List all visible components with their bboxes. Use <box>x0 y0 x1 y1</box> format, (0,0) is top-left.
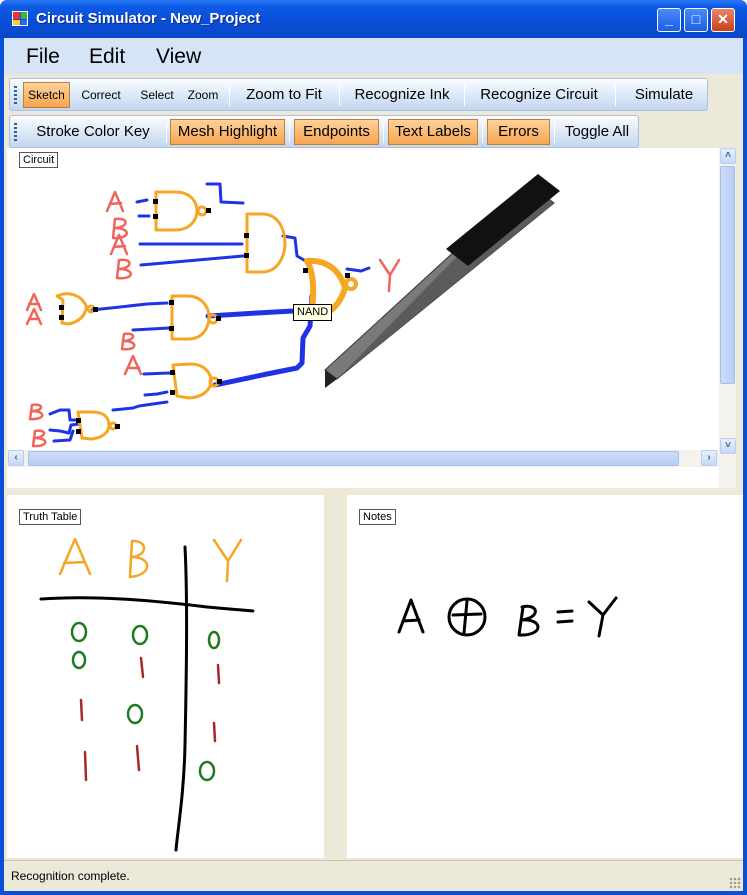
toolbar-separator <box>339 85 340 106</box>
toolbar-separator <box>166 122 167 143</box>
menu-view[interactable]: View <box>156 45 201 69</box>
display-toolbar: Stroke Color Key Mesh Highlight Endpoint… <box>9 115 639 148</box>
window-title: Circuit Simulator - New_Project <box>36 10 261 27</box>
ones-ink <box>79 656 221 782</box>
title-bar[interactable]: Circuit Simulator - New_Project _ □ ✕ <box>0 0 747 38</box>
client-area: File Edit View Sketch Correct Select Zoo… <box>4 38 743 891</box>
sketch-mode-button[interactable]: Sketch <box>23 82 70 108</box>
resize-grip-icon[interactable] <box>729 877 741 889</box>
maximize-button[interactable]: □ <box>684 8 708 32</box>
table-lines <box>39 545 255 852</box>
status-text: Recognition complete. <box>11 869 130 883</box>
recognize-ink-button[interactable]: Recognize Ink <box>345 82 459 108</box>
stroke-color-key-button[interactable]: Stroke Color Key <box>24 119 162 145</box>
app-window: Circuit Simulator - New_Project _ □ ✕ Fi… <box>0 0 747 895</box>
toolbar-separator <box>615 85 616 106</box>
status-bar: Recognition complete. <box>4 860 743 891</box>
toolbar-separator <box>554 122 555 143</box>
simulate-button[interactable]: Simulate <box>622 82 706 108</box>
scroll-right-button[interactable]: › <box>701 450 717 466</box>
circuit-horizontal-scrollbar[interactable]: ‹ › <box>7 450 719 467</box>
correct-mode-button[interactable]: Correct <box>72 82 130 108</box>
notes-sketch[interactable] <box>347 495 743 858</box>
circuit-vertical-scrollbar[interactable]: ˄ ˅ <box>719 148 736 488</box>
errors-button[interactable]: Errors <box>487 119 550 145</box>
truth-table-panel[interactable]: Truth Table <box>7 495 324 858</box>
zeros-ink <box>70 621 221 782</box>
toggle-all-button[interactable]: Toggle All <box>558 119 636 145</box>
text-labels-button[interactable]: Text Labels <box>388 119 478 145</box>
close-button[interactable]: ✕ <box>711 8 735 32</box>
menu-bar: File Edit View <box>4 38 743 74</box>
vertical-scroll-thumb[interactable] <box>720 166 735 384</box>
toolbar-separator <box>289 122 290 143</box>
notes-panel[interactable]: Notes <box>347 495 743 858</box>
toolbar-separator <box>482 122 483 143</box>
scroll-down-button[interactable]: ˅ <box>720 438 736 454</box>
header-ink <box>58 537 243 583</box>
endpoints-button[interactable]: Endpoints <box>294 119 379 145</box>
minimize-button[interactable]: _ <box>657 8 681 32</box>
toolbar-separator <box>229 85 230 106</box>
scroll-up-button[interactable]: ˄ <box>720 148 736 164</box>
circuit-panel[interactable]: Circuit NAND <box>7 148 736 488</box>
mesh-highlight-button[interactable]: Mesh Highlight <box>170 119 285 145</box>
select-mode-button[interactable]: Select <box>134 82 180 108</box>
toolbar-grip[interactable] <box>14 123 17 141</box>
recognize-circuit-button[interactable]: Recognize Circuit <box>470 82 608 108</box>
toolbar-separator <box>383 122 384 143</box>
zoom-to-fit-button[interactable]: Zoom to Fit <box>234 82 334 108</box>
zoom-mode-button[interactable]: Zoom <box>182 82 224 108</box>
menu-edit[interactable]: Edit <box>89 45 125 69</box>
scroll-left-button[interactable]: ‹ <box>8 450 24 466</box>
app-icon <box>12 11 28 26</box>
toolbar-grip[interactable] <box>14 86 17 104</box>
horizontal-scroll-thumb[interactable] <box>28 451 679 466</box>
main-toolbar: Sketch Correct Select Zoom Zoom to Fit R… <box>9 78 708 111</box>
pen-cursor-icon <box>324 174 560 388</box>
menu-file[interactable]: File <box>26 45 60 69</box>
toolbar-separator <box>464 85 465 106</box>
truth-table-sketch[interactable] <box>7 495 324 858</box>
